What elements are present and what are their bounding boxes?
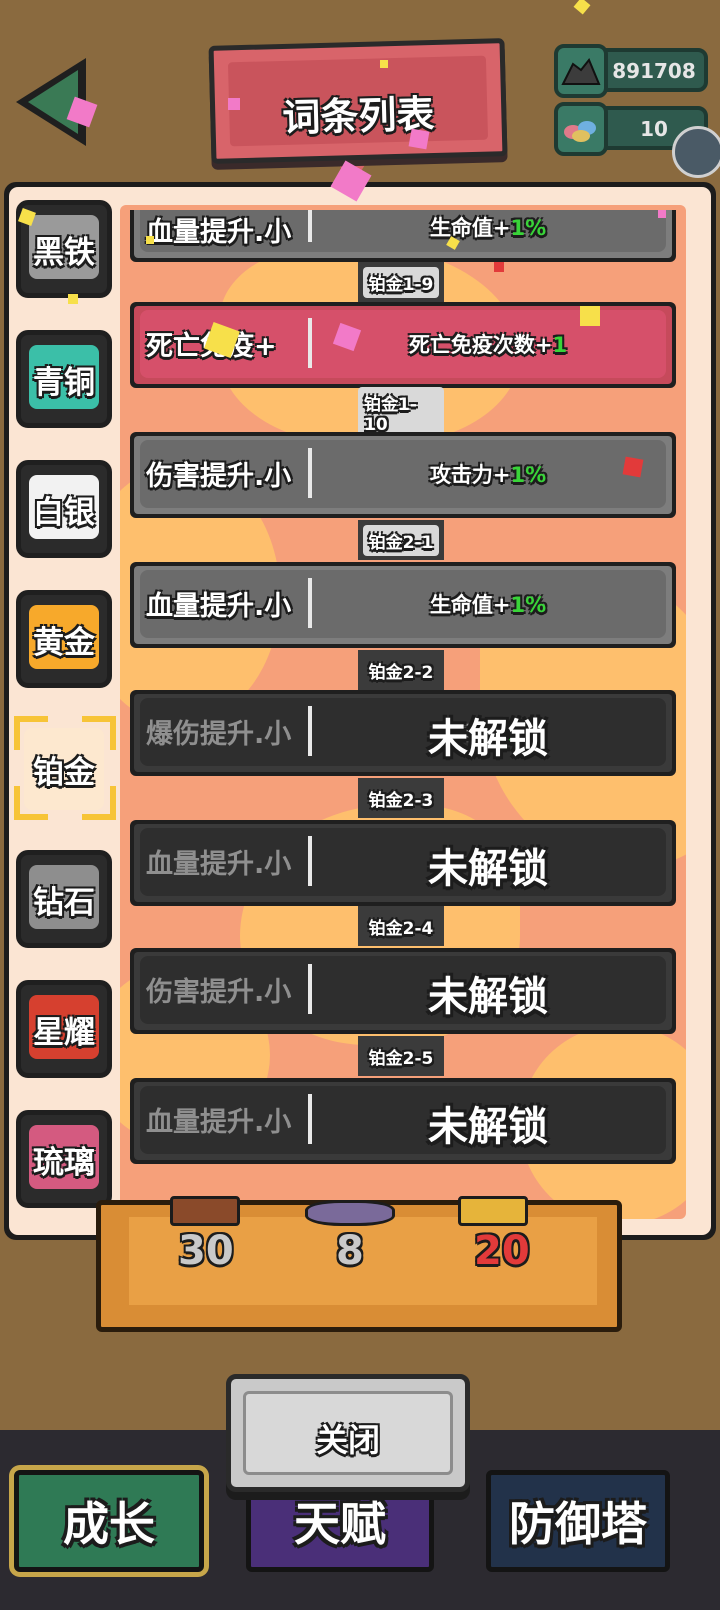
affix-row[interactable]: 血量提升.小 生命值+1% [130, 562, 676, 648]
nav-growth-button[interactable]: 成长 [14, 1470, 204, 1572]
gem-pile-icon [305, 1200, 395, 1226]
locked-overlay-label: 未解锁 [428, 716, 548, 762]
stage-label-text: 铂金2-1 [362, 524, 440, 556]
row-divider [308, 448, 312, 498]
tier-tab-label: 白银 [33, 494, 95, 531]
affix-effect-bonus: 1% [510, 463, 547, 487]
side-chat-icon[interactable] [672, 126, 720, 178]
tier-tab-3[interactable]: 白银 [16, 460, 112, 558]
affix-effect-bonus: 1% [510, 216, 547, 240]
locked-overlay-label: 未解锁 [428, 846, 548, 892]
affix-name: 伤害提升.小 [146, 977, 292, 1008]
tier-tab-label: 铂金 [33, 754, 95, 791]
tier-tab-label: 钻石 [33, 884, 95, 921]
currency-ore-value: 891708 [612, 59, 696, 83]
cost-value-3: 20 [474, 1228, 530, 1274]
affix-name: 爆伤提升.小 [146, 719, 292, 750]
affix-effect: 生命值+1% [320, 212, 656, 242]
row-divider [308, 318, 312, 368]
selection-bracket [82, 786, 116, 820]
stage-label-text: 铂金2-3 [368, 790, 434, 811]
affix-effect-text: 生命值+ [429, 593, 511, 617]
affix-effect: 攻击力+1% [320, 459, 656, 489]
selection-bracket [82, 716, 116, 750]
close-button-label: 关闭 [315, 1421, 380, 1459]
tier-tab-label: 青铜 [33, 364, 95, 401]
stage-label: 铂金1-9 [358, 262, 444, 302]
tier-tab-2[interactable]: 青铜 [16, 330, 112, 428]
cost-value-1: 30 [178, 1228, 234, 1274]
stage-label: 铂金2-1 [358, 520, 444, 560]
tier-tab-label: 黄金 [33, 624, 95, 661]
tier-tab-7[interactable]: 星耀 [16, 980, 112, 1078]
affix-name: 伤害提升.小 [146, 461, 292, 492]
affix-effect-bonus: 1 [552, 333, 568, 357]
affix-row[interactable]: 血量提升.小 值+1% 未解锁 [130, 820, 676, 906]
affix-name: 血量提升.小 [146, 849, 292, 880]
locked-overlay-label: 未解锁 [428, 1104, 548, 1150]
confetti-piece [146, 236, 154, 244]
stage-label: 铂金2-4 [358, 906, 444, 946]
affix-row[interactable]: 爆伤提升.小 伤害+5% 未解锁 [130, 690, 676, 776]
gem-pile-icon [554, 102, 608, 156]
stage-label: 铂金2-3 [358, 778, 444, 818]
stage-label-text: 铂金1-9 [362, 266, 440, 298]
tier-tab-8[interactable]: 琉璃 [16, 1110, 112, 1208]
affix-name: 血量提升.小 [146, 217, 292, 248]
stage-label-text: 铂金2-5 [368, 1048, 434, 1069]
selection-bracket [14, 716, 48, 750]
stage-label-text: 铂金2-4 [368, 918, 434, 939]
confetti-piece [580, 306, 600, 326]
title-banner: 词条列表 [208, 38, 508, 164]
confetti-piece [658, 210, 666, 218]
nav-tower-button[interactable]: 防御塔 [486, 1470, 670, 1572]
tier-tab-4[interactable]: 黄金 [16, 590, 112, 688]
affix-row[interactable]: 血量提升.小 值+1% 未解锁 [130, 1078, 676, 1164]
stage-label: 铂金2-2 [358, 650, 444, 690]
stage-label: 铂金1-10 [358, 386, 444, 438]
confetti-piece [494, 262, 504, 272]
close-button[interactable]: 关闭 [226, 1374, 470, 1492]
confetti-piece [68, 294, 78, 304]
stage-label-text: 铂金2-2 [368, 662, 434, 683]
confetti-piece [228, 98, 240, 110]
tower-base-icon [170, 1196, 240, 1226]
stage-label-text: 铂金1-10 [358, 386, 444, 438]
affix-effect-text: 攻击力+ [429, 463, 511, 487]
tier-tab-label: 黑铁 [33, 234, 95, 271]
gold-bar-icon [458, 1196, 528, 1226]
affix-effect-bonus: 1% [510, 593, 547, 617]
row-divider [308, 578, 312, 628]
nav-growth-label: 成长 [63, 1497, 155, 1551]
page-title: 词条列表 [281, 92, 435, 140]
ore-pile-icon [554, 44, 608, 98]
affix-effect: 生命值+1% [320, 589, 656, 619]
confetti-piece [408, 128, 430, 150]
affix-effect-text: 生命值+ [429, 216, 511, 240]
selection-bracket [14, 786, 48, 820]
tier-tab-5[interactable]: 铂金 [14, 716, 116, 820]
locked-overlay-label: 未解锁 [428, 974, 548, 1020]
confetti-piece [622, 456, 644, 478]
affix-name: 血量提升.小 [146, 1107, 292, 1138]
nav-talent-label: 天赋 [294, 1497, 386, 1551]
confetti-piece [380, 60, 388, 68]
affix-row[interactable]: 伤害提升.小 攻击力+1% [130, 432, 676, 518]
affix-name: 血量提升.小 [146, 591, 292, 622]
tier-tab-label: 星耀 [33, 1014, 95, 1051]
tier-tab-label: 琉璃 [33, 1144, 95, 1181]
affix-effect: 死亡免疫次数+1 [320, 329, 656, 359]
cost-value-2: 8 [336, 1228, 364, 1274]
affix-effect-text: 死亡免疫次数+ [408, 333, 553, 357]
stage-label: 铂金2-5 [358, 1036, 444, 1076]
nav-tower-label: 防御塔 [509, 1497, 647, 1551]
affix-row[interactable]: 伤害提升.小 力+1% 未解锁 [130, 948, 676, 1034]
tier-tab-6[interactable]: 钻石 [16, 850, 112, 948]
currency-ore: 891708 [554, 44, 708, 98]
